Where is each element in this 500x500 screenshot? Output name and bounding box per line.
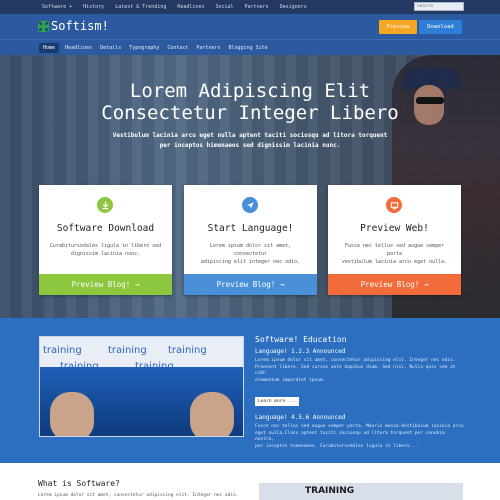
nav-item-typography[interactable]: Typography <box>129 45 159 51</box>
card-software-download: Software Download Curabitursodales ligul… <box>39 185 172 295</box>
news-heading[interactable]: Language! 1.2.3 Announced <box>255 348 465 355</box>
learn-more-button[interactable]: Learn more ... <box>255 397 299 406</box>
site-header: Softism! Preview Download <box>0 14 500 39</box>
hero-title-line1: Lorem Adipiscing Elit <box>129 80 371 102</box>
education-title: Software! Education <box>255 335 347 344</box>
topbar-link-social[interactable]: Social <box>215 4 233 10</box>
hero-title: Lorem Adipiscing Elit Consectetur Intege… <box>0 80 500 124</box>
training-banner-image: TRAINING <box>259 483 463 500</box>
card-desc-line1: Lorem ipsum dolor sit amet, consectetur <box>209 243 292 257</box>
nav-item-contact[interactable]: Contact <box>167 45 188 51</box>
hero-title-line2: Consectetur Integer Libero <box>101 102 399 124</box>
news-text-line1: Fusce nec tellus sed augue semper porta.… <box>255 424 464 429</box>
education-news: Software! Education Language! 1.2.3 Anno… <box>255 335 465 480</box>
left-hand-shape <box>50 392 94 436</box>
nav-item-partners[interactable]: Partners <box>196 45 220 51</box>
card-title: Software Download <box>56 223 155 234</box>
photo-word: training <box>108 345 147 356</box>
hero-subtitle-line1: Vestibulum lacinia arcu eget nulla apten… <box>112 132 388 139</box>
topbar-link-software[interactable]: Software + <box>42 4 72 10</box>
news-text-line2: eget nulla.Class aptent taciti sociosqu … <box>255 430 445 443</box>
card-description: Lorem ipsum dolor sit amet, consectetur … <box>194 242 307 266</box>
card-desc-line1: Fusce nec tellus sed augue semper porta <box>344 243 445 257</box>
preview-button[interactable]: Preview <box>379 20 417 34</box>
card-title: Preview Web! <box>360 223 429 234</box>
topbar-link-partners[interactable]: Partners <box>245 4 269 10</box>
topbar-link-history[interactable]: History <box>83 4 104 10</box>
nav-item-headlines[interactable]: Headlines <box>65 45 92 51</box>
logo-icon <box>38 20 49 32</box>
site-logo[interactable]: Softism! <box>38 19 109 33</box>
hero-subtitle: Vestibulum lacinia arcu eget nulla apten… <box>100 131 400 151</box>
news-text: Lorem ipsum dolor sit amet, consectetur … <box>255 358 465 384</box>
news-text-line3: elementum imperdiet ipsum. <box>255 377 326 383</box>
card-desc-line2: adipiscing elit integer nec odio. <box>200 259 301 265</box>
section-title: What is Software? <box>38 479 120 488</box>
training-banner-word: TRAINING <box>305 486 355 496</box>
main-nav: Home Headlines Details Typography Contac… <box>0 39 500 55</box>
logo-text: Softism! <box>51 19 109 33</box>
preview-blog-button[interactable]: Preview Blog! → <box>328 274 461 295</box>
news-text: Fusce nec tellus sed augue semper porta.… <box>255 424 465 450</box>
card-preview-web: Preview Web! Fusce nec tellus sed augue … <box>328 185 461 295</box>
nav-item-blogging-site[interactable]: Blogging Site <box>229 45 268 51</box>
training-photo: training training training training trai… <box>39 336 244 437</box>
monitor-icon <box>386 197 402 213</box>
nav-item-home[interactable]: Home <box>39 42 60 53</box>
card-desc-line1: Curabitursodales ligula in libero sed <box>49 243 162 249</box>
card-description: Curabitursodales ligula in libero sed di… <box>49 242 162 258</box>
news-text-line2: Praesent libero. Sed cursus ante dapibus… <box>255 364 456 377</box>
card-description: Fusce nec tellus sed augue semper porta … <box>338 242 451 266</box>
search-input[interactable] <box>414 2 464 11</box>
section-text: Lorem ipsum dolor sit amet, consectetur … <box>38 493 239 498</box>
preview-blog-button[interactable]: Preview Blog! → <box>39 274 172 295</box>
news-heading[interactable]: Language! 4.5.6 Announced <box>255 414 465 421</box>
download-icon <box>97 197 113 213</box>
topbar-link-headlines[interactable]: Headlines <box>177 4 204 10</box>
card-start-language: Start Language! Lorem ipsum dolor sit am… <box>184 185 317 295</box>
news-text-line3: per inceptos himenaeos. Curabitursodales… <box>255 443 418 449</box>
card-desc-line2: dignissim lacinia nunc. <box>70 251 141 257</box>
photo-word: training <box>168 345 207 356</box>
topbar-link-latest[interactable]: Latest & Trending <box>115 4 166 10</box>
nav-item-details[interactable]: Details <box>100 45 121 51</box>
preview-blog-button[interactable]: Preview Blog! → <box>184 274 317 295</box>
rocket-icon <box>242 197 258 213</box>
news-text-line1: Lorem ipsum dolor sit amet, consectetur … <box>255 358 456 363</box>
topbar-link-designers[interactable]: Designers <box>280 4 307 10</box>
card-desc-line2: vestibulum lacinia arcu eget nulla. <box>341 259 448 265</box>
download-button[interactable]: Download <box>419 20 462 34</box>
hero-subtitle-line2: per inceptos himenaeos sed dignissim lac… <box>159 142 341 149</box>
card-title: Start Language! <box>207 223 294 234</box>
what-is-software-section: What is Software? Lorem ipsum dolor sit … <box>0 463 500 500</box>
photo-word: training <box>43 345 82 356</box>
right-hand-shape <box>190 392 234 436</box>
